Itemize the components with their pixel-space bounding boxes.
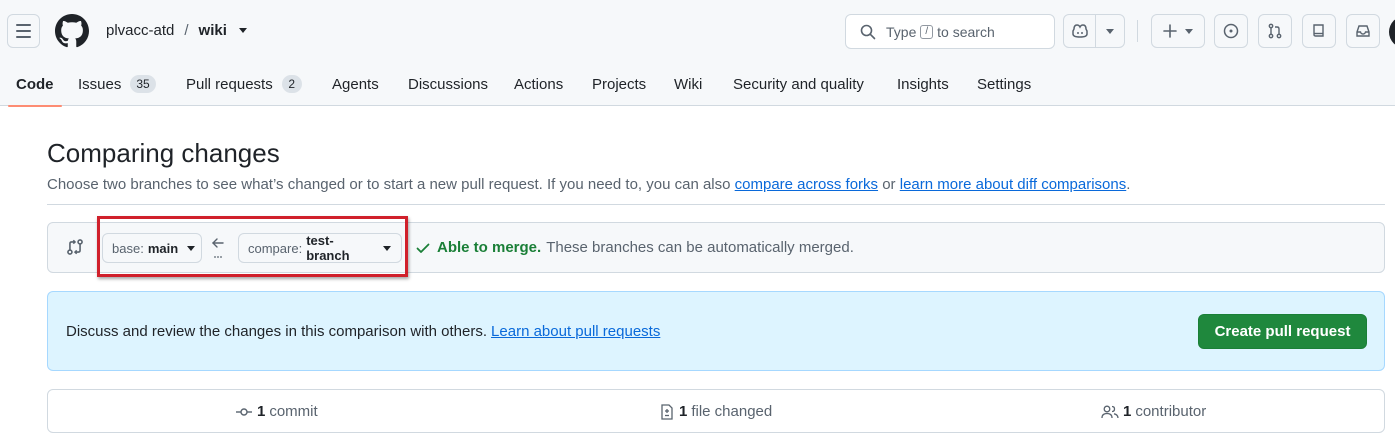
search-icon xyxy=(860,24,876,39)
tab-projects-label: Projects xyxy=(592,75,647,93)
tab-pull-requests[interactable]: Pull requests 2 xyxy=(178,62,310,106)
contributors-stat[interactable]: 1 contributor xyxy=(1101,403,1206,420)
page-title: Comparing changes xyxy=(47,138,280,168)
compare-branch-name: test-branch xyxy=(306,233,350,263)
inbox-icon xyxy=(1356,25,1370,37)
merge-status: Able to merge. These branches can be aut… xyxy=(415,239,854,256)
commits-stat[interactable]: 1 commit xyxy=(235,403,318,420)
tab-agents[interactable]: Agents xyxy=(324,62,387,106)
tab-agents-label: Agents xyxy=(332,75,379,93)
base-branch-name: main xyxy=(147,240,179,256)
git-compare-icon xyxy=(67,239,83,255)
create-pull-request-button[interactable]: Create pull request xyxy=(1198,314,1367,349)
compare-across-forks-link[interactable]: compare across forks xyxy=(735,176,878,193)
merge-status-text: These branches can be automatically merg… xyxy=(546,239,854,256)
search-shortcut-key: / xyxy=(920,24,934,39)
repo-owner-link[interactable]: plvacc-atd xyxy=(106,22,174,39)
files-label: file changed xyxy=(691,403,773,420)
arrow-left-icon xyxy=(212,238,224,258)
subtitle-or: or xyxy=(882,176,896,193)
base-prefix: base: xyxy=(112,240,144,256)
hamburger-icon xyxy=(16,22,31,40)
issues-button[interactable] xyxy=(1214,14,1248,48)
repo-menu-caret-icon[interactable] xyxy=(238,28,247,33)
plus-icon xyxy=(1163,24,1177,38)
tab-actions[interactable]: Actions xyxy=(506,62,571,106)
repo-icon xyxy=(1313,24,1324,37)
contributors-label: contributor xyxy=(1135,403,1207,420)
tab-discussions-label: Discussions xyxy=(408,75,489,93)
tab-settings-label: Settings xyxy=(977,75,1032,93)
chevron-down-icon xyxy=(383,245,391,251)
divider xyxy=(47,204,1385,205)
learn-about-pull-requests-link[interactable]: Learn about pull requests xyxy=(491,323,660,340)
diff-comparisons-link[interactable]: learn more about diff comparisons xyxy=(900,176,1127,193)
copilot-button-group xyxy=(1063,14,1125,48)
commits-count: 1 xyxy=(257,403,266,420)
top-bar: plvacc-atd / wiki Type / to search xyxy=(0,0,1395,62)
tab-wiki[interactable]: Wiki xyxy=(666,62,710,106)
tab-projects[interactable]: Projects xyxy=(584,62,654,106)
tab-wiki-label: Wiki xyxy=(674,75,703,93)
comparison-stats: 1 commit 1 file changed 1 contributor xyxy=(47,389,1385,433)
commits-label: commit xyxy=(269,403,318,420)
check-icon xyxy=(416,243,430,253)
copilot-menu-button[interactable] xyxy=(1096,15,1124,47)
inbox-button[interactable] xyxy=(1346,14,1380,48)
repo-breadcrumb: plvacc-atd / wiki xyxy=(106,22,247,39)
banner-text: Discuss and review the changes in this c… xyxy=(66,323,660,340)
tab-code[interactable]: Code xyxy=(8,62,62,107)
copilot-icon xyxy=(1071,24,1088,38)
subtitle-text: Choose two branches to see what’s change… xyxy=(47,176,731,193)
banner-message: Discuss and review the changes in this c… xyxy=(66,323,488,340)
copilot-button[interactable] xyxy=(1064,15,1097,47)
create-pr-banner: Discuss and review the changes in this c… xyxy=(47,291,1385,371)
issues-counter-badge: 35 xyxy=(130,75,156,93)
compare-prefix: compare: xyxy=(248,240,303,256)
menu-button[interactable] xyxy=(7,14,40,48)
contributors-count: 1 xyxy=(1123,403,1132,420)
tab-security-and-quality[interactable]: Security and quality xyxy=(725,62,872,106)
user-avatar[interactable] xyxy=(1389,16,1395,48)
repo-name-link[interactable]: wiki xyxy=(199,22,227,39)
merge-status-ok: Able to merge. xyxy=(437,239,542,256)
issue-opened-icon xyxy=(1223,23,1239,39)
base-branch-select[interactable]: base: main xyxy=(102,233,202,263)
pull-requests-button[interactable] xyxy=(1258,14,1292,48)
header-divider xyxy=(1137,20,1138,42)
app-header: plvacc-atd / wiki Type / to search Code … xyxy=(0,0,1395,107)
people-icon xyxy=(1101,405,1119,418)
breadcrumb-separator: / xyxy=(184,22,189,39)
file-diff-icon xyxy=(661,403,673,420)
tab-security-label: Security and quality xyxy=(733,75,864,93)
tab-pull-requests-label: Pull requests xyxy=(186,75,273,93)
tab-insights-label: Insights xyxy=(897,75,949,93)
github-logo-icon[interactable] xyxy=(55,14,89,48)
tab-issues[interactable]: Issues 35 xyxy=(70,62,164,106)
git-commit-icon xyxy=(236,407,252,416)
search-placeholder-suffix: to search xyxy=(937,23,995,40)
tab-actions-label: Actions xyxy=(514,75,564,93)
search-placeholder-prefix: Type xyxy=(886,23,917,40)
chevron-down-icon xyxy=(187,245,196,251)
tab-discussions[interactable]: Discussions xyxy=(400,62,496,106)
compare-branch-select[interactable]: compare: test-branch xyxy=(238,233,402,263)
repo-tabs: Code Issues 35 Pull requests 2 Agents Di… xyxy=(0,62,1395,107)
tab-issues-label: Issues xyxy=(78,75,122,93)
repositories-button[interactable] xyxy=(1302,14,1336,48)
git-pull-request-icon xyxy=(1268,23,1282,39)
create-new-button[interactable] xyxy=(1151,14,1205,48)
search-input[interactable]: Type / to search xyxy=(845,14,1055,49)
chevron-down-icon xyxy=(1185,28,1193,34)
tab-settings[interactable]: Settings xyxy=(969,62,1039,106)
chevron-down-icon xyxy=(1106,28,1115,34)
files-count: 1 xyxy=(679,403,688,420)
tab-code-label: Code xyxy=(16,75,54,93)
subtitle-end: . xyxy=(1126,176,1131,193)
tab-insights[interactable]: Insights xyxy=(889,62,957,106)
pull-requests-counter-badge: 2 xyxy=(281,75,302,93)
files-changed-stat[interactable]: 1 file changed xyxy=(659,403,772,420)
page-subtitle: Choose two branches to see what’s change… xyxy=(47,176,1130,193)
